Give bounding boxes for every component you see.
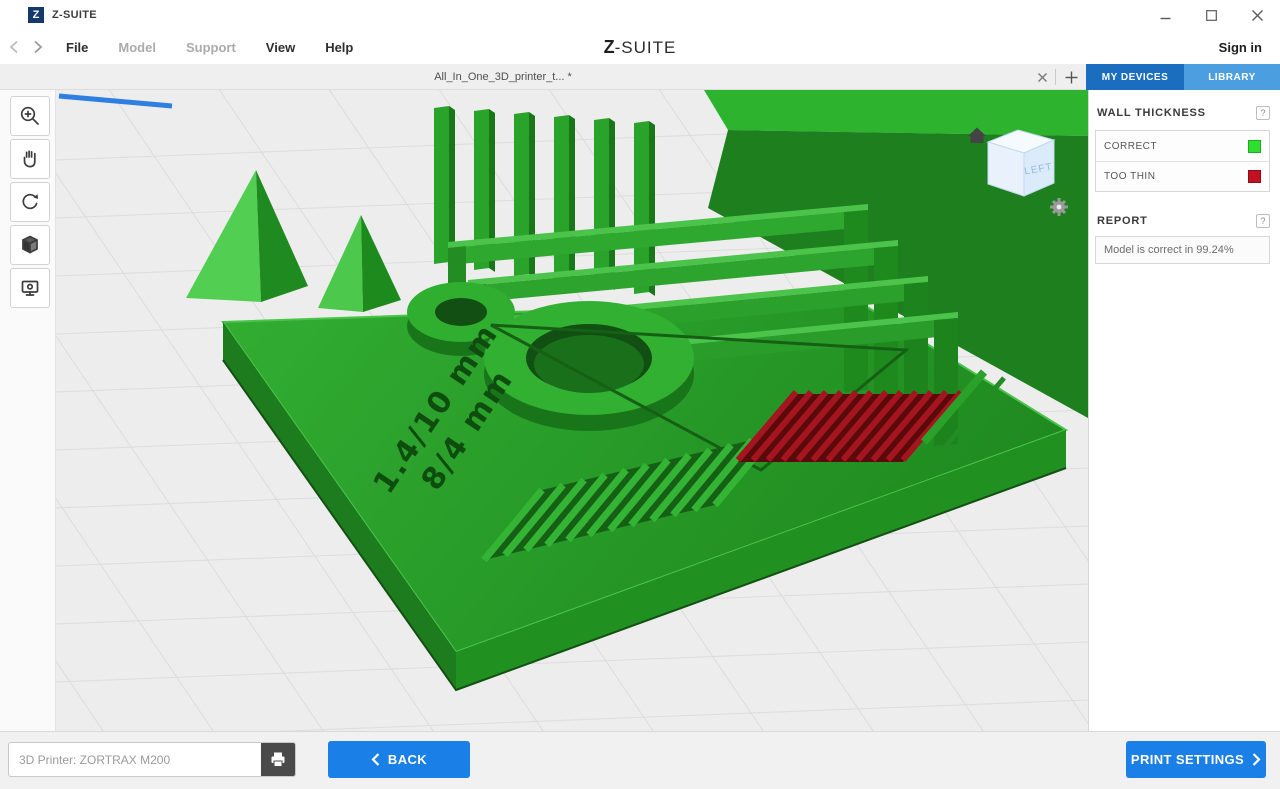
legend-row-too-thin: TOO THIN <box>1096 161 1269 191</box>
nav-back-button[interactable] <box>4 37 24 57</box>
rotate-icon <box>22 193 38 210</box>
menu-items: File Model Support View Help <box>66 40 383 55</box>
wall-thickness-legend: CORRECT TOO THIN <box>1095 130 1270 192</box>
snapshot-tool-button[interactable] <box>10 268 50 308</box>
3d-scene[interactable]: 1.4/10 mm 8/4 mm LEFT <box>56 90 1088 731</box>
window-controls <box>1142 0 1280 30</box>
chevron-right-icon <box>1252 753 1261 766</box>
minimize-button[interactable] <box>1142 0 1188 30</box>
report-help-button[interactable]: ? <box>1256 214 1270 228</box>
close-icon <box>1251 9 1263 21</box>
report-text: Model is correct in 99.24% <box>1095 236 1270 264</box>
sign-in-link[interactable]: Sign in <box>1219 40 1262 55</box>
nav-forward-button[interactable] <box>28 37 48 57</box>
chevron-left-icon <box>371 753 380 766</box>
menu-item-view[interactable]: View <box>266 40 295 55</box>
legend-swatch-correct <box>1248 139 1261 153</box>
plus-icon <box>1065 71 1077 83</box>
maximize-button[interactable] <box>1188 0 1234 30</box>
print-settings-button-label: PRINT SETTINGS <box>1130 752 1245 767</box>
wall-thickness-title: WALL THICKNESS <box>1097 107 1206 119</box>
report-title: REPORT <box>1097 215 1148 227</box>
library-button[interactable]: LIBRARY <box>1184 64 1280 90</box>
cube-icon <box>22 235 38 254</box>
zoom-in-icon <box>20 106 39 125</box>
analysis-panel: WALL THICKNESS ? CORRECT TOO THIN REPORT… <box>1088 90 1280 731</box>
new-tab-button[interactable] <box>1060 67 1082 87</box>
legend-label-correct: CORRECT <box>1104 140 1157 152</box>
document-tab[interactable]: All_In_One_3D_printer_t... * <box>0 64 1086 90</box>
menu-bar: File Model Support View Help Z-SUITE Sig… <box>0 30 1280 64</box>
title-bar: Z Z-SUITE <box>0 0 1280 30</box>
zoom-tool-button[interactable] <box>10 96 50 136</box>
app-logo-icon: Z <box>28 7 44 23</box>
logo-suffix: -SUITE <box>614 37 677 57</box>
back-button-label: BACK <box>387 752 428 767</box>
legend-swatch-too-thin <box>1248 170 1261 183</box>
minimize-icon <box>1160 17 1170 19</box>
chevron-left-icon <box>9 40 18 54</box>
close-icon <box>1037 72 1047 82</box>
tab-close-button[interactable] <box>1032 67 1052 87</box>
printer-select[interactable]: 3D Printer: ZORTRAX M200 <box>8 742 296 777</box>
build-plate-outline <box>58 93 173 109</box>
display-icon <box>21 280 39 296</box>
tab-strip: All_In_One_3D_printer_t... * MY DEVICES … <box>0 64 1280 90</box>
menu-item-model[interactable]: Model <box>118 40 156 55</box>
rotate-tool-button[interactable] <box>10 182 50 222</box>
legend-label-too-thin: TOO THIN <box>1104 171 1156 182</box>
pan-tool-button[interactable] <box>10 139 50 179</box>
printer-icon <box>271 752 285 767</box>
print-settings-button[interactable]: PRINT SETTINGS <box>1126 741 1266 778</box>
main-area: 1.4/10 mm 8/4 mm LEFT WALL THICKNESS ? C… <box>0 90 1280 731</box>
maximize-icon <box>1205 9 1217 21</box>
hand-icon <box>23 150 36 168</box>
model-torus-large <box>484 301 694 431</box>
menu-item-support[interactable]: Support <box>186 40 236 55</box>
tab-divider <box>1055 69 1056 85</box>
back-button[interactable]: BACK <box>328 741 470 778</box>
close-button[interactable] <box>1234 0 1280 30</box>
wall-thickness-help-button[interactable]: ? <box>1256 106 1270 120</box>
chevron-right-icon <box>34 40 43 54</box>
app-window: Z Z-SUITE File Model Support View Help Z… <box>0 0 1280 789</box>
tab-title: All_In_One_3D_printer_t... * <box>434 71 572 83</box>
menu-item-file[interactable]: File <box>66 40 88 55</box>
view-toolbar <box>10 96 50 308</box>
render-mode-button[interactable] <box>10 225 50 265</box>
window-title: Z-SUITE <box>52 9 97 21</box>
printer-icon-button[interactable] <box>261 743 295 776</box>
view-cube[interactable]: LEFT <box>986 129 1056 197</box>
logo-prefix: Z <box>603 36 615 57</box>
3d-viewport[interactable]: 1.4/10 mm 8/4 mm LEFT <box>56 90 1088 731</box>
my-devices-button[interactable]: MY DEVICES <box>1086 64 1184 90</box>
legend-row-correct: CORRECT <box>1096 131 1269 161</box>
bottom-bar: 3D Printer: ZORTRAX M200 BACK MODEL ANAL… <box>0 731 1280 789</box>
printer-select-value: 3D Printer: ZORTRAX M200 <box>19 752 171 767</box>
model-pyramids <box>186 170 401 312</box>
menu-item-help[interactable]: Help <box>325 40 353 55</box>
